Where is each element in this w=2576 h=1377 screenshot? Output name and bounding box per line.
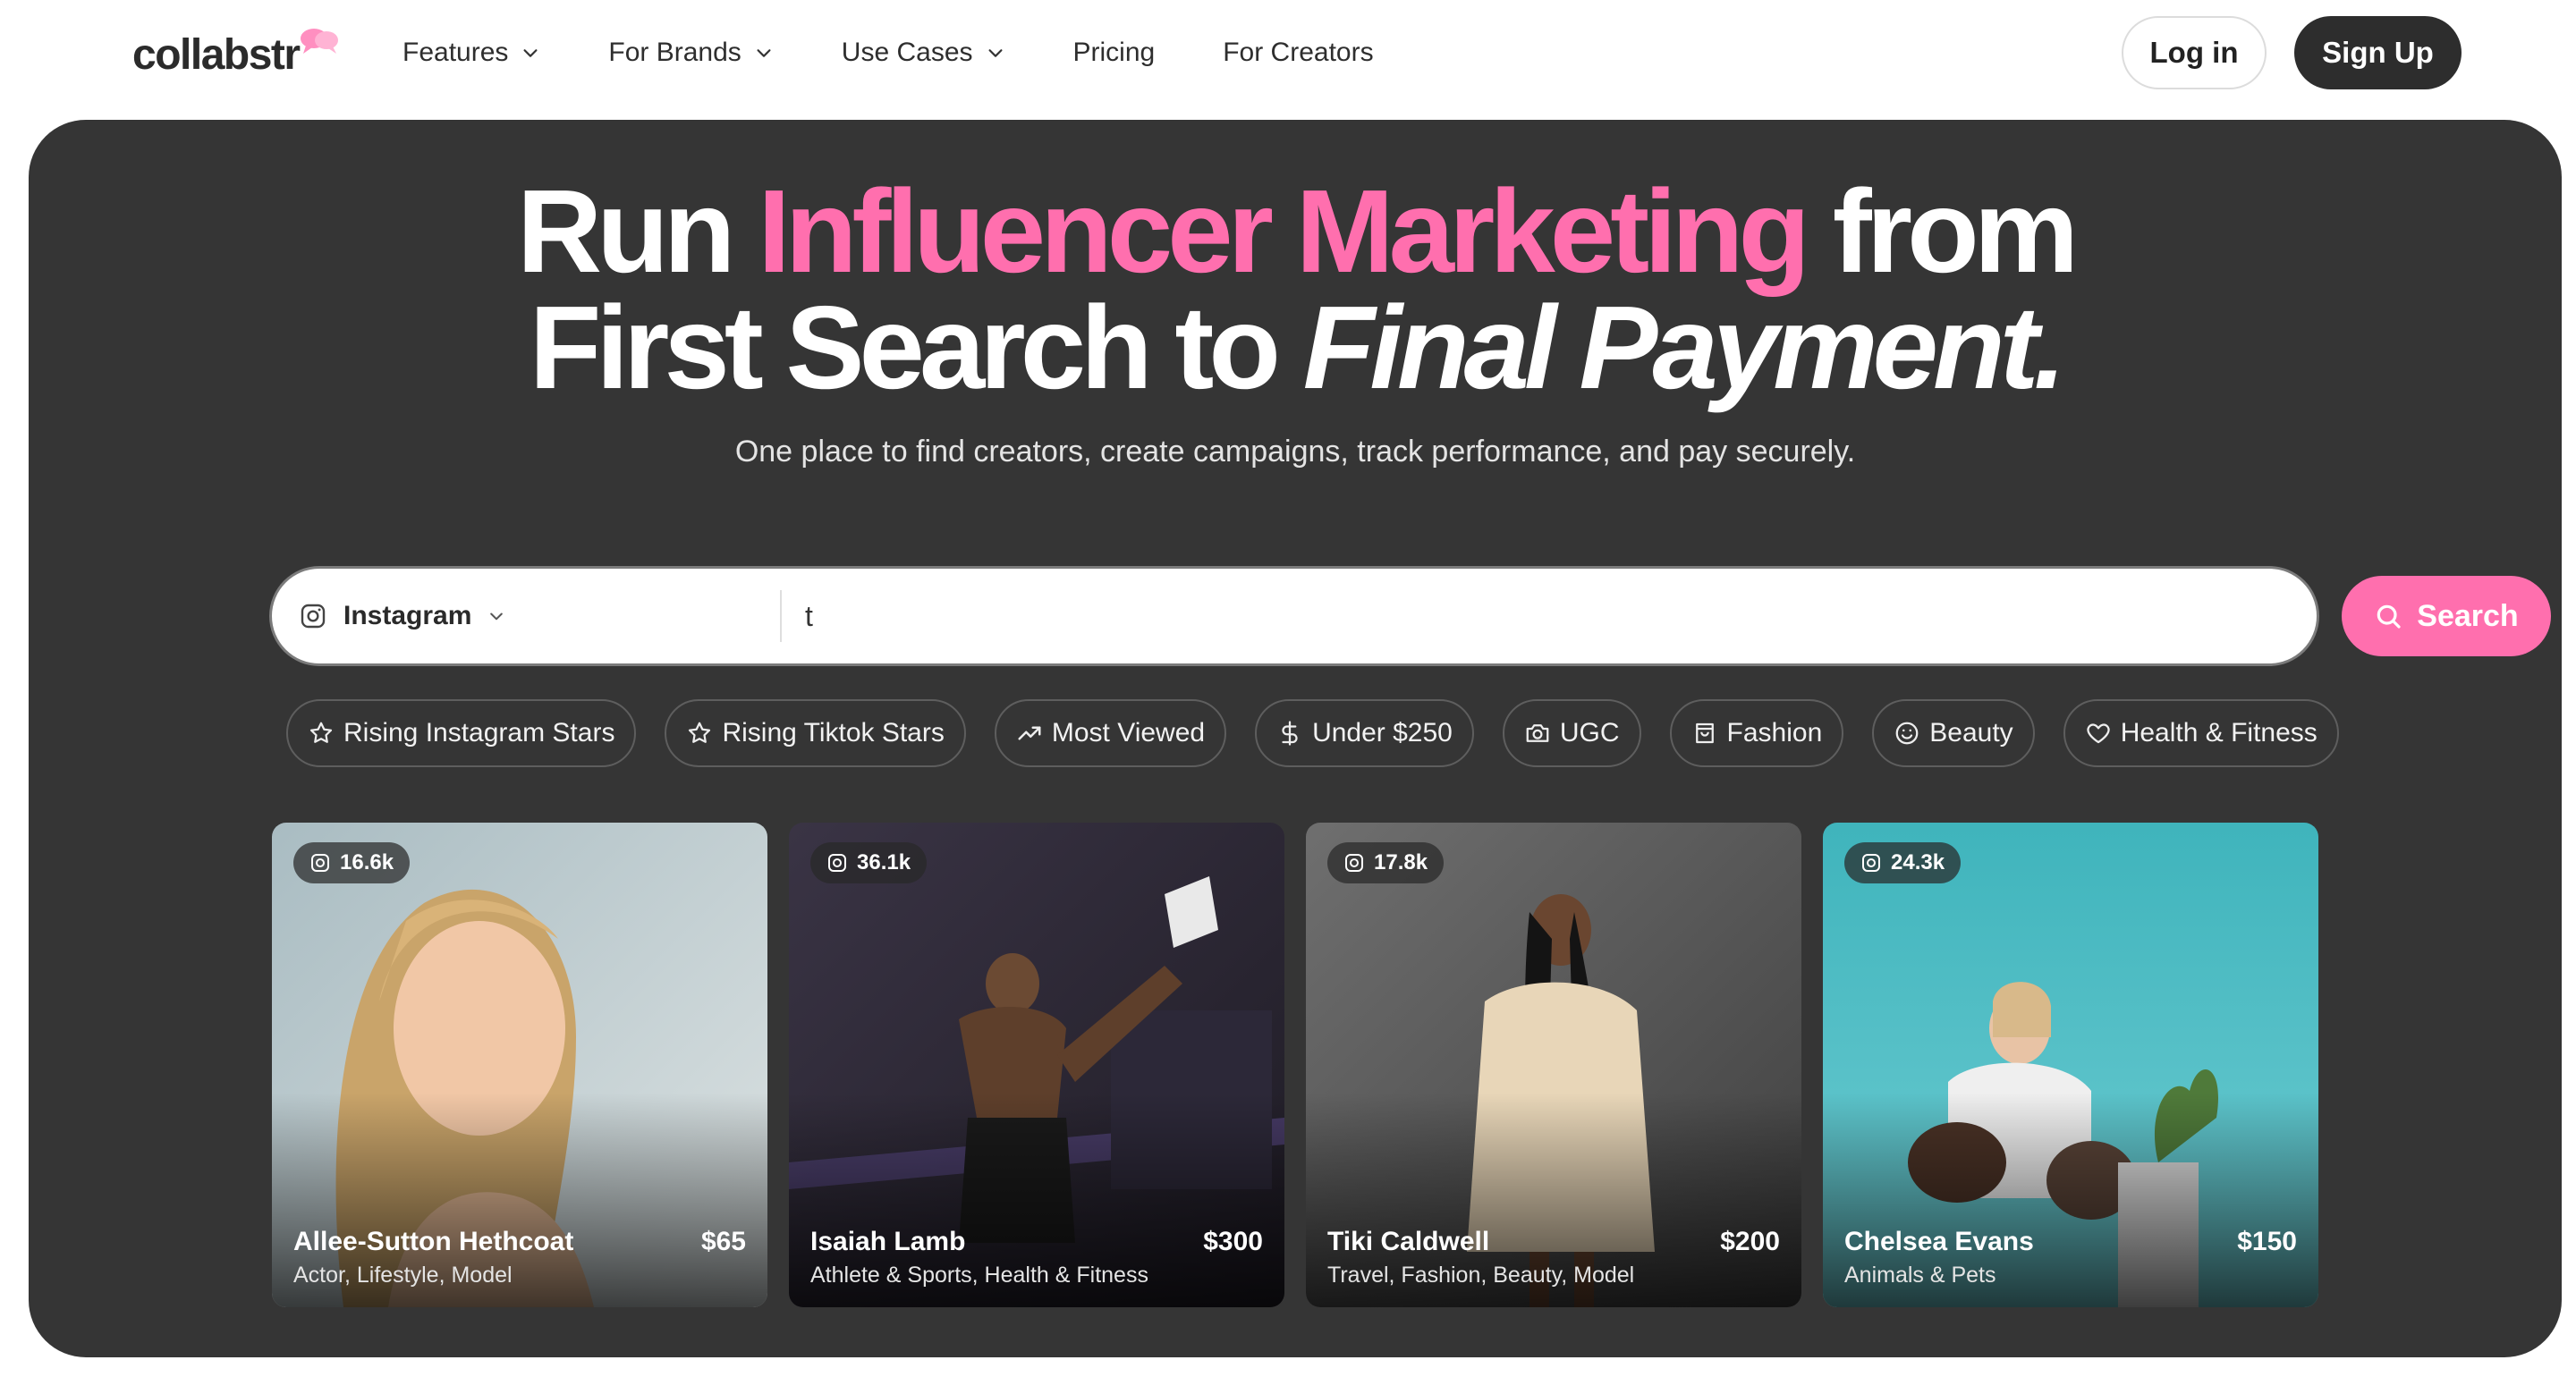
nav-for-creators[interactable]: For Creators	[1223, 38, 1373, 68]
nav-use-cases-label: Use Cases	[841, 38, 973, 67]
hero-headline: Run Influencer Marketing from First Sear…	[29, 173, 2562, 407]
headline-line-1: Run Influencer Marketing from	[29, 173, 2562, 291]
nav-for-creators-label: For Creators	[1223, 38, 1374, 67]
nav-features[interactable]: Features	[402, 38, 540, 68]
star-icon	[309, 722, 333, 743]
chip-label: Rising Tiktok Stars	[722, 718, 945, 748]
search-button[interactable]: Search	[2342, 576, 2551, 656]
nav-pricing[interactable]: Pricing	[1073, 38, 1156, 68]
followers-badge: 17.8k	[1327, 842, 1445, 883]
creator-search-bar: Instagram Search	[272, 569, 2551, 663]
signup-button[interactable]: Sign Up	[2294, 16, 2462, 89]
chip-rising-instagram-stars[interactable]: Rising Instagram Stars	[286, 699, 637, 767]
creator-name: Tiki Caldwell	[1327, 1227, 1490, 1256]
creator-card[interactable]: 24.3k Chelsea Evans $150 Animals & Pets	[1823, 823, 2318, 1307]
nav-use-cases[interactable]: Use Cases	[842, 38, 1005, 68]
shopping-bag-icon	[1695, 722, 1714, 744]
nav-for-brands-label: For Brands	[608, 38, 741, 67]
instagram-icon	[1862, 854, 1880, 872]
search-button-label: Search	[2417, 598, 2519, 633]
creator-card[interactable]: 16.6k Allee-Sutton Hethcoat $65 Actor, L…	[272, 823, 767, 1307]
followers-count: 16.6k	[340, 850, 394, 874]
creator-price: $300	[1203, 1227, 1263, 1256]
creator-categories: Athlete & Sports, Health & Fitness	[810, 1263, 1148, 1288]
chip-beauty[interactable]: Beauty	[1872, 699, 2035, 767]
chip-label: Fashion	[1726, 718, 1823, 748]
nav-links: Features For Brands Use Cases Pricing Fo…	[402, 30, 1442, 75]
search-icon	[2377, 604, 2401, 629]
creator-name: Isaiah Lamb	[810, 1227, 966, 1256]
creator-categories: Travel, Fashion, Beauty, Model	[1327, 1263, 1635, 1288]
chevron-down-icon	[757, 49, 771, 57]
headline-run: Run	[516, 165, 758, 297]
instagram-icon	[828, 854, 846, 872]
chevron-down-icon	[490, 612, 504, 621]
hero-subtitle: One place to find creators, create campa…	[734, 435, 1856, 469]
followers-count: 17.8k	[1374, 850, 1428, 874]
creator-name: Chelsea Evans	[1844, 1227, 2034, 1256]
chip-ugc[interactable]: UGC	[1502, 699, 1641, 767]
chip-rising-tiktok-stars[interactable]: Rising Tiktok Stars	[665, 699, 966, 767]
chevron-down-icon	[523, 49, 538, 57]
followers-count: 24.3k	[1891, 850, 1945, 874]
chip-label: UGC	[1559, 718, 1620, 748]
collabstr-logo[interactable]: collabstr	[132, 27, 338, 80]
instagram-icon	[1345, 854, 1363, 872]
heart-icon	[2087, 723, 2110, 744]
followers-badge: 16.6k	[293, 842, 411, 883]
platform-select-label: Instagram	[343, 601, 472, 630]
trending-icon	[1018, 726, 1041, 740]
search-divider	[780, 590, 782, 642]
hero-section: Run Influencer Marketing from First Sear…	[29, 120, 2562, 1357]
headline-final-payment: Final Payment.	[1302, 282, 2067, 413]
headline-from: from	[1805, 165, 2079, 297]
headline-line-2: First Search to Final Payment.	[29, 289, 2562, 407]
dollar-icon	[1282, 721, 1298, 746]
nav-for-brands[interactable]: For Brands	[608, 38, 773, 68]
creator-card[interactable]: 17.8k Tiki Caldwell $200 Travel, Fashion…	[1306, 823, 1801, 1307]
creator-categories: Actor, Lifestyle, Model	[293, 1263, 513, 1288]
followers-count: 36.1k	[857, 850, 911, 874]
creator-price: $200	[1720, 1227, 1780, 1256]
creator-price: $65	[700, 1227, 746, 1256]
chip-label: Rising Instagram Stars	[343, 718, 615, 748]
followers-badge: 36.1k	[810, 842, 928, 883]
nav-pricing-label: Pricing	[1072, 38, 1156, 67]
top-navbar: collabstr Features For Brands Use Cases …	[0, 0, 2576, 107]
followers-badge: 24.3k	[1844, 842, 1962, 883]
instagram-icon	[301, 604, 326, 629]
chevron-down-icon	[987, 49, 1003, 57]
creator-name: Allee-Sutton Hethcoat	[293, 1227, 574, 1256]
chip-most-viewed[interactable]: Most Viewed	[994, 699, 1227, 767]
smile-icon	[1895, 722, 1919, 745]
creator-categories: Animals & Pets	[1844, 1263, 1996, 1288]
search-input[interactable]	[805, 585, 2343, 647]
chip-label: Most Viewed	[1051, 718, 1206, 748]
chat-bubbles-icon	[301, 29, 338, 54]
headline-influencer-marketing: Influencer Marketing	[758, 165, 1810, 297]
chip-label: Beauty	[1929, 718, 2013, 748]
creator-price: $150	[2237, 1227, 2297, 1256]
chip-health-fitness[interactable]: Health & Fitness	[2063, 699, 2339, 767]
headline-first-search: First Search to	[529, 282, 1303, 413]
star-icon	[689, 722, 711, 743]
category-chips: Rising Instagram Stars Rising Tiktok Sta…	[286, 699, 2368, 767]
nav-features-label: Features	[402, 38, 509, 67]
platform-select[interactable]: Instagram	[299, 569, 505, 663]
chip-label: Health & Fitness	[2120, 718, 2318, 748]
instagram-icon	[311, 854, 329, 872]
chip-label: Under $250	[1312, 718, 1453, 748]
creator-card[interactable]: 36.1k Isaiah Lamb $300 Athlete & Sports,…	[789, 823, 1284, 1307]
chip-under-250[interactable]: Under $250	[1255, 699, 1474, 767]
camera-icon	[1526, 724, 1549, 742]
chip-fashion[interactable]: Fashion	[1669, 699, 1844, 767]
logo-text: collabstr	[132, 31, 301, 79]
login-button[interactable]: Log in	[2122, 16, 2267, 89]
